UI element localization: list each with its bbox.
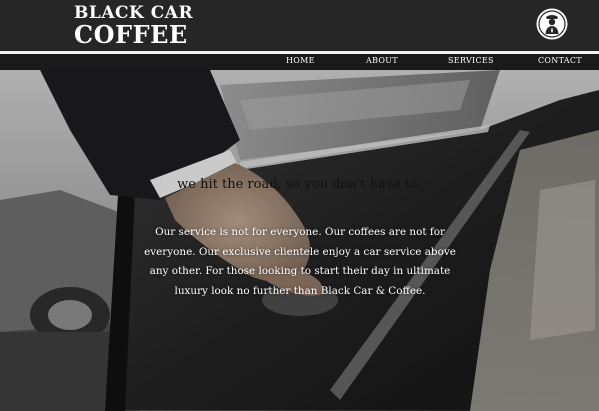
nav-contact[interactable]: CONTACT [538, 56, 582, 65]
hero-description: Our service is not for everyone. Our cof… [144, 226, 456, 297]
page: BLACK CAR COFFEE HOME ABOUT SERVICES CON… [0, 0, 599, 411]
hero-section: we hit the road, so you don't have to. O… [0, 70, 599, 411]
brand-logo-line2: COFFEE [74, 20, 188, 49]
hero-tagline: we hit the road, so you don't have to. [177, 177, 422, 192]
site-header: BLACK CAR COFFEE [0, 0, 599, 51]
brand-logo[interactable]: BLACK CAR COFFEE [74, 5, 193, 47]
chauffeur-badge-icon [536, 8, 568, 40]
main-nav: HOME ABOUT SERVICES CONTACT [0, 54, 599, 70]
nav-services[interactable]: SERVICES [448, 56, 494, 65]
nav-about[interactable]: ABOUT [366, 56, 398, 65]
nav-home[interactable]: HOME [286, 56, 315, 65]
